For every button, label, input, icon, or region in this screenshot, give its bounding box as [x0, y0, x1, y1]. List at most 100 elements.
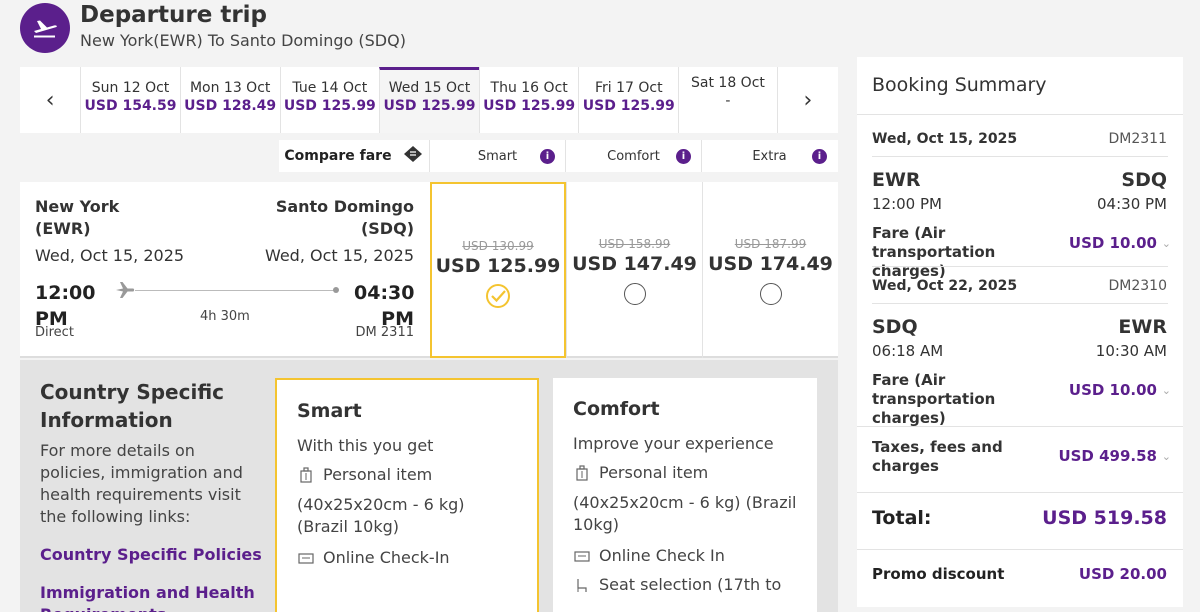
fare-column-smart: Smart i: [429, 140, 565, 172]
bundle-title: Smart: [297, 400, 362, 422]
personal-item-icon: [576, 464, 588, 481]
radio-button[interactable]: [623, 283, 646, 305]
leg1-destination: SDQ: [1121, 169, 1167, 191]
flight-path-line: [135, 290, 335, 291]
fare-price: USD 174.49: [708, 253, 833, 275]
leg1-date: Wed, Oct 15, 2025: [872, 131, 1018, 147]
prev-dates-button[interactable]: ‹: [20, 67, 80, 133]
date-label: Fri 17 Oct: [594, 80, 663, 96]
chevron-down-icon[interactable]: ⌄: [1162, 237, 1171, 250]
date-option[interactable]: Fri 17 Oct USD 125.99: [578, 67, 678, 133]
destination-city: Santo Domingo: [275, 197, 414, 216]
bundle-subtitle: Improve your experience: [573, 434, 774, 453]
promo-label: Promo discount: [872, 565, 1005, 583]
date-label: Mon 13 Oct: [189, 80, 271, 96]
date-option[interactable]: Mon 13 Oct USD 128.49: [179, 67, 280, 133]
bundle-item-detail: (40x25x20cm - 6 kg) (Brazil 10kg): [573, 493, 797, 534]
stops-label: Direct: [35, 325, 74, 340]
bundle-item-label: Seat selection (17th to: [599, 575, 782, 594]
personal-item-icon: [300, 466, 312, 483]
arrival-date: Wed, Oct 15, 2025: [264, 246, 414, 265]
compare-fare-button[interactable]: Compare fare: [279, 140, 429, 172]
flight-number: DM 2311: [355, 325, 414, 340]
promo-value: USD 20.00: [1078, 565, 1167, 583]
bundle-item-label: Personal item: [599, 463, 709, 482]
fare-price: USD 147.49: [572, 253, 697, 275]
country-policies-link[interactable]: Country Specific Policies: [40, 545, 262, 564]
leg1-fare-price[interactable]: USD 10.00: [1069, 234, 1157, 252]
taxes-value[interactable]: USD 499.58: [1058, 447, 1157, 465]
leg1-origin: EWR: [872, 169, 921, 191]
leg2-arrival: 10:30 AM: [1095, 342, 1167, 360]
leg1-departure: 12:00 PM: [872, 195, 942, 213]
page-title: Departure trip: [80, 2, 268, 28]
flight-card: New York (EWR) Santo Domingo (SDQ) Wed, …: [20, 182, 838, 358]
comfort-bundle-card: Comfort Improve your experience Personal…: [553, 378, 817, 612]
chevron-down-icon[interactable]: ⌄: [1162, 450, 1171, 463]
date-option[interactable]: Thu 16 Oct USD 125.99: [478, 67, 579, 133]
fare-column-comfort: Comfort i: [565, 140, 701, 172]
leg1-arrival: 04:30 PM: [1097, 195, 1167, 213]
fare-column-label: Comfort: [607, 148, 660, 164]
divider: [857, 426, 1183, 427]
flight-path-dot: [333, 287, 339, 293]
fare-old-price: USD 158.99: [598, 237, 671, 251]
chevron-right-icon: ›: [803, 87, 813, 113]
date-label: Tue 14 Oct: [292, 80, 368, 96]
fare-option-extra[interactable]: USD 187.99 USD 174.49: [702, 182, 838, 358]
seat-icon: [577, 578, 587, 592]
info-icon[interactable]: i: [812, 149, 827, 164]
chevron-down-icon[interactable]: ⌄: [1162, 384, 1171, 397]
bundle-item-label: Personal item: [323, 465, 433, 484]
fare-column-label: Smart: [477, 148, 518, 164]
leg1-flight-number: DM2311: [1108, 131, 1168, 147]
fare-column-extra: Extra i: [701, 140, 837, 172]
fare-option-smart[interactable]: USD 130.99 USD 125.99: [430, 182, 566, 358]
chevron-left-icon: ‹: [45, 87, 55, 113]
compare-fare-label: Compare fare: [284, 148, 392, 164]
fare-details-area: Country Specific Information For more de…: [20, 360, 838, 612]
fare-option-comfort[interactable]: USD 158.99 USD 147.49: [566, 182, 702, 358]
date-option[interactable]: Sun 12 Oct USD 154.59: [80, 67, 180, 133]
bundle-subtitle: With this you get: [297, 436, 434, 455]
leg2-fare-label: Fare (Air transportation charges): [872, 371, 996, 427]
fare-price: USD 125.99: [435, 255, 561, 277]
leg2-fare-price[interactable]: USD 10.00: [1069, 381, 1157, 399]
info-icon[interactable]: i: [676, 149, 691, 164]
date-option-selected[interactable]: Wed 15 Oct USD 125.99: [379, 67, 479, 133]
date-option[interactable]: Tue 14 Oct USD 125.99: [279, 67, 380, 133]
total-value: USD 519.58: [1042, 507, 1167, 529]
bundle-item: Online Check-In: [297, 548, 517, 567]
divider: [857, 492, 1183, 493]
date-price: USD 125.99: [283, 98, 376, 114]
date-price: USD 125.99: [483, 98, 576, 114]
next-dates-button[interactable]: ›: [778, 67, 838, 133]
bundle-item: Personal item: [573, 463, 797, 482]
radio-button[interactable]: [759, 283, 782, 305]
date-label: Wed 15 Oct: [388, 80, 471, 96]
divider: [872, 303, 1168, 304]
date-price: USD 154.59: [84, 98, 177, 114]
bundle-item: Seat selection (17th to: [573, 575, 797, 594]
departure-date: Wed, Oct 15, 2025: [35, 246, 185, 265]
country-info-text: For more details on policies, immigratio…: [40, 441, 243, 526]
immigration-health-link[interactable]: Immigration and Health Requirements: [40, 582, 270, 612]
plane-icon: [115, 281, 135, 303]
ticket-icon: [402, 145, 424, 167]
divider: [872, 266, 1168, 267]
date-option[interactable]: Sat 18 Oct -: [678, 67, 778, 133]
leg2-origin: SDQ: [872, 316, 918, 338]
leg2-date: Wed, Oct 22, 2025: [872, 278, 1018, 294]
leg2-departure: 06:18 AM: [872, 342, 944, 360]
bundle-item-label: Online Check In: [599, 546, 725, 565]
date-selector: ‹ Sun 12 Oct USD 154.59 Mon 13 Oct USD 1…: [20, 67, 838, 133]
destination-code: (SDQ): [360, 219, 414, 238]
divider: [857, 549, 1183, 550]
origin-code: (EWR): [35, 219, 91, 238]
date-price: USD 125.99: [582, 98, 675, 114]
date-label: Sat 18 Oct: [691, 75, 765, 91]
leg2-flight-number: DM2310: [1108, 278, 1168, 294]
divider: [872, 156, 1168, 157]
info-icon[interactable]: i: [540, 149, 555, 164]
origin-city: New York: [35, 197, 120, 216]
